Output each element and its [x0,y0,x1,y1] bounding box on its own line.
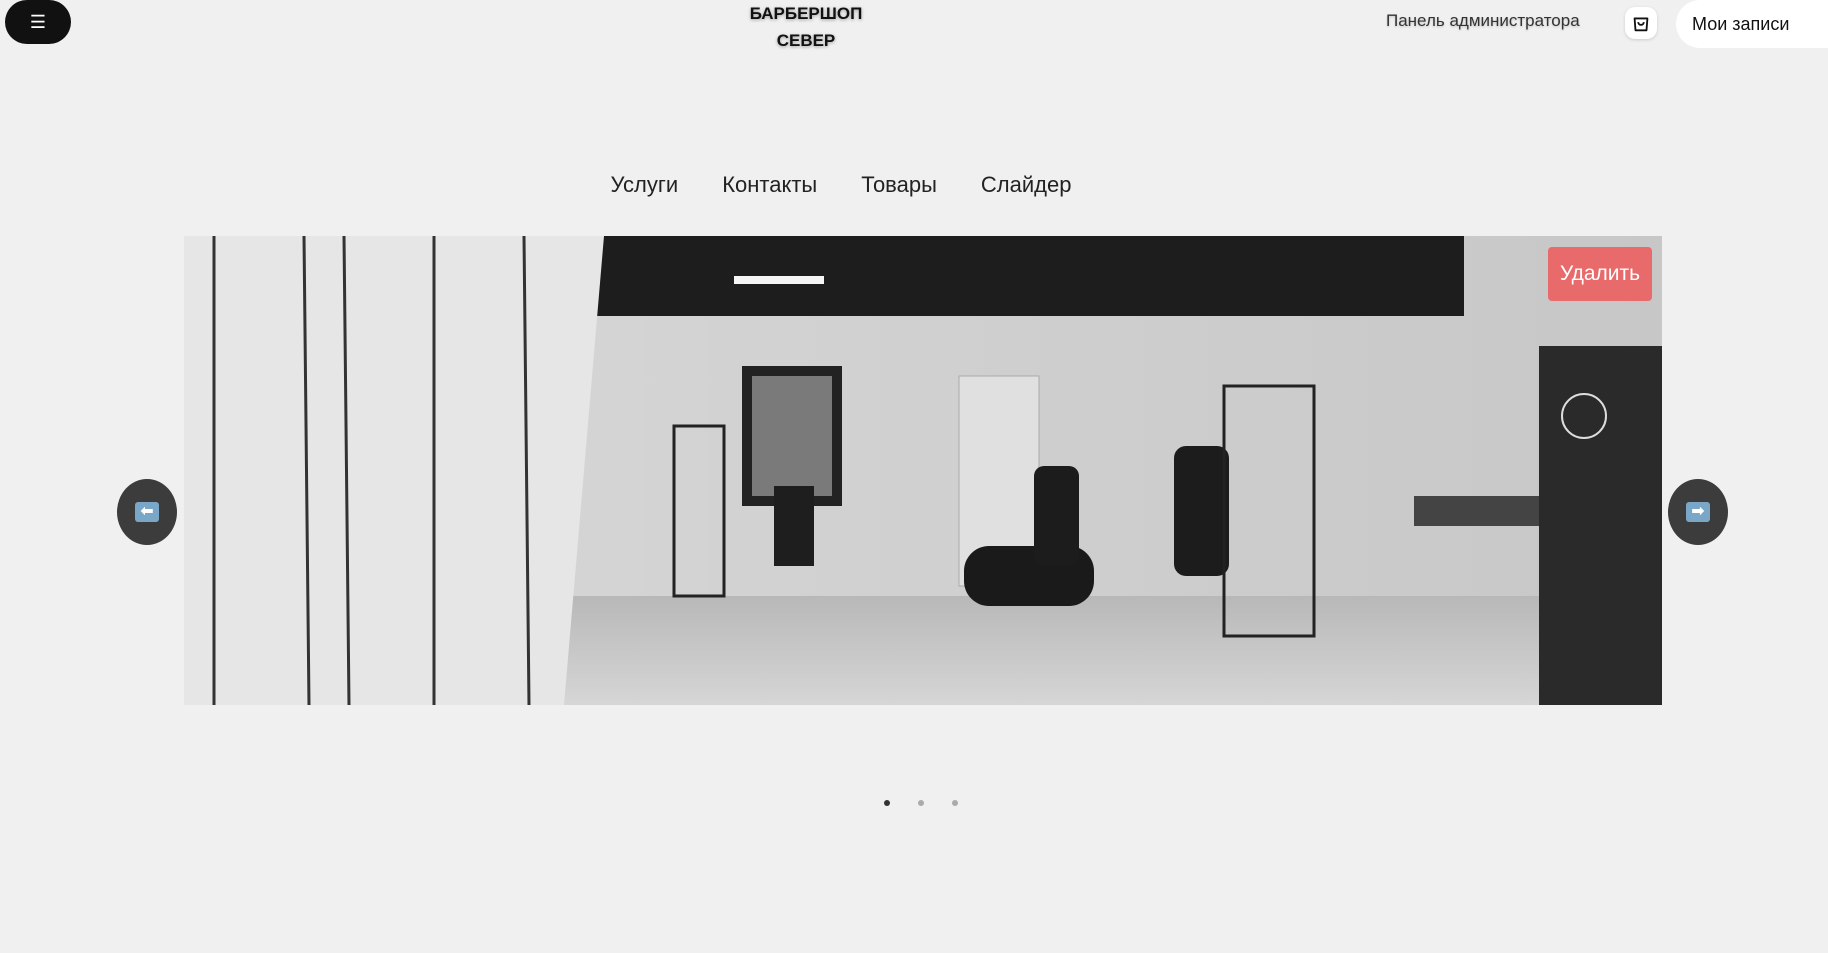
my-records-button[interactable]: Мои записи [1676,0,1828,48]
arrow-right-icon: ➡ [1686,502,1710,522]
nav-item-slider[interactable]: Слайдер [981,172,1072,198]
slider-dot[interactable] [918,800,924,806]
slider-dot[interactable] [884,800,890,806]
delete-button[interactable]: Удалить [1548,247,1652,301]
logo-line-1: БАРБЕРШОП [749,4,863,23]
logo[interactable]: БАРБЕРШОП СЕВЕР [0,0,1612,54]
shopping-bag-icon [1633,17,1649,32]
nav-item-products[interactable]: Товары [861,172,937,198]
logo-line-2: СЕВЕР [776,31,836,50]
slider-pagination [884,800,958,806]
arrow-left-icon: ⬅ [135,502,159,522]
slider-image [184,236,1662,705]
barbershop-photo [184,236,1662,705]
nav-item-contacts[interactable]: Контакты [722,172,817,198]
next-slide-button[interactable]: ➡ [1668,479,1728,545]
admin-panel-link[interactable]: Панель администратора [1386,11,1580,31]
slider-dot[interactable] [952,800,958,806]
my-records-label: Мои записи [1692,13,1790,34]
nav-item-services[interactable]: Услуги [611,172,679,198]
cart-button[interactable] [1625,7,1657,39]
main-nav: Услуги Контакты Товары Слайдер [0,172,1612,198]
prev-slide-button[interactable]: ⬅ [117,479,177,545]
